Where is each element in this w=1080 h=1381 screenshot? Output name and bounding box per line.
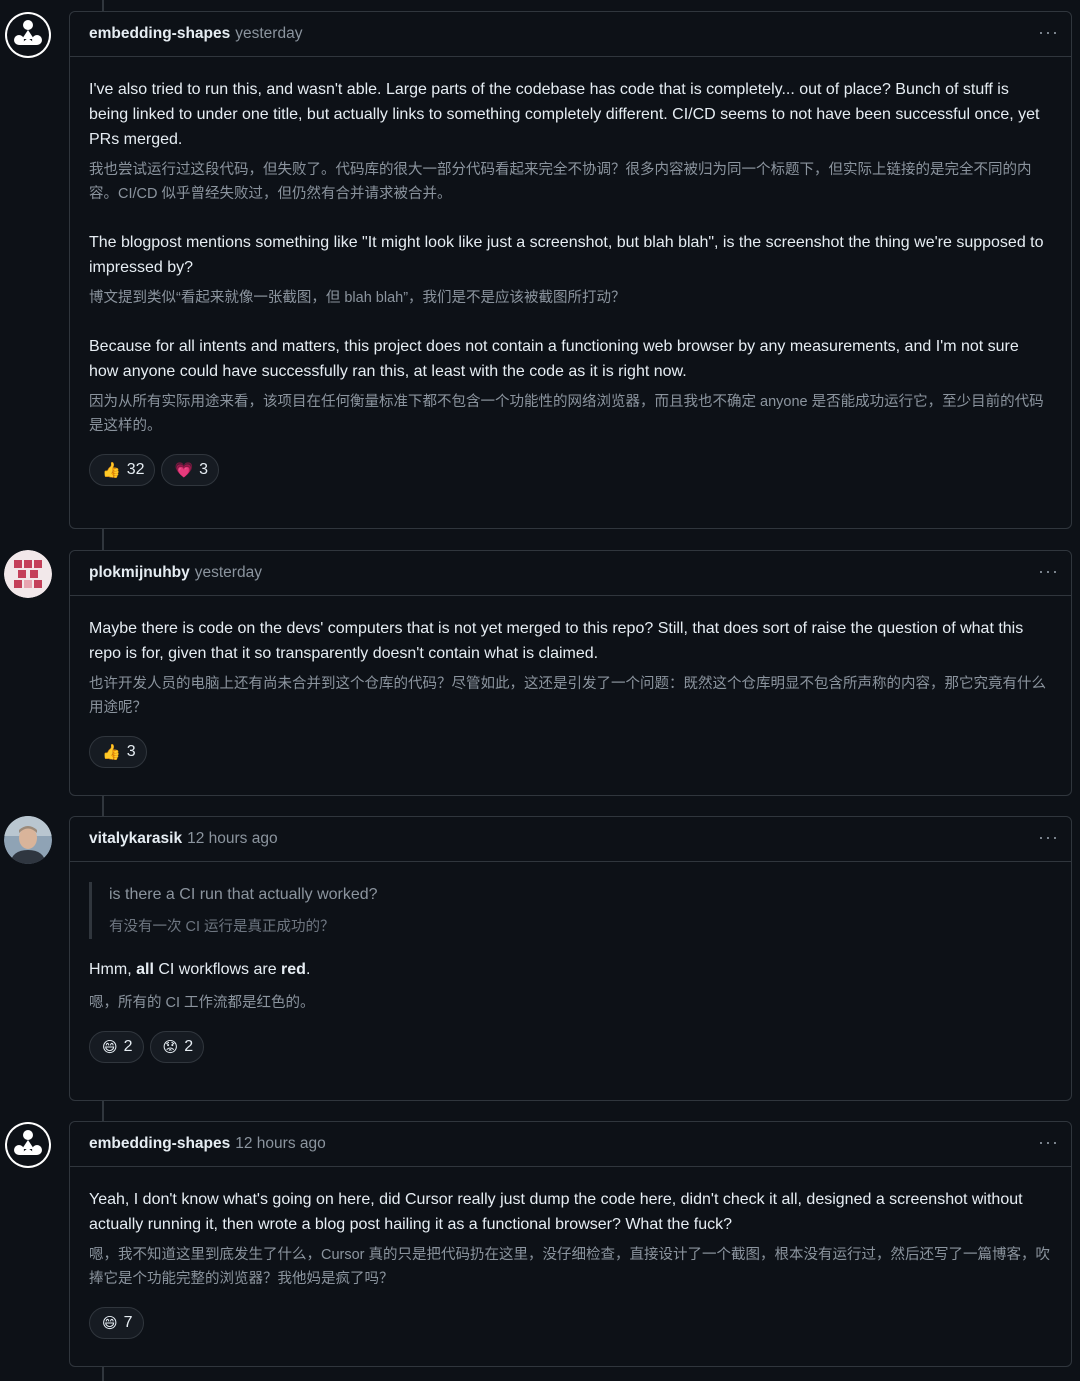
reaction-count: 3: [199, 461, 209, 478]
timeline-line: [102, 0, 104, 11]
more-options-icon[interactable]: ···: [1038, 23, 1059, 41]
thumbs-up-icon: 👍: [102, 744, 121, 761]
reaction-thumbs-up[interactable]: 👍 32: [89, 454, 156, 486]
reactions: 😄 2 😟 2: [89, 1031, 1052, 1063]
comment-header: embedding-shapes 12 hours ago ···: [70, 1122, 1071, 1167]
reaction-confused[interactable]: 😟 2: [149, 1031, 205, 1063]
quote-zh: 有没有一次 CI 运行是真正成功的？: [109, 919, 335, 935]
comment-body: Yeah, I don't know what's going on here,…: [70, 1167, 1071, 1353]
comment-header: plokmijnuhby yesterday ···: [70, 551, 1071, 596]
comment-box: plokmijnuhby yesterday ··· Maybe there i…: [69, 550, 1072, 796]
paragraph-zh: 嗯，我不知道这里到底发生了什么，Cursor 真的只是把代码扔在这里，没仔细检查…: [89, 1247, 1051, 1287]
paragraph-zh: 因为从所有实际用途来看，该项目在任何衡量标准下都不包含一个功能性的网络浏览器，而…: [89, 394, 1044, 434]
comment-body: is there a CI run that actually worked? …: [70, 862, 1071, 1077]
paragraph: The blogpost mentions something like "It…: [89, 230, 1052, 310]
paragraph: Yeah, I don't know what's going on here,…: [89, 1187, 1052, 1291]
blockquote: is there a CI run that actually worked? …: [89, 882, 1052, 939]
timestamp[interactable]: 12 hours ago: [235, 1135, 326, 1153]
timeline-line: [102, 1366, 104, 1381]
paragraph-zh: 也许开发人员的电脑上还有尚未合并到这个仓库的代码？尽管如此，这还是引发了一个问题…: [89, 676, 1046, 716]
paragraph-en: I've also tried to run this, and wasn't …: [89, 81, 1040, 148]
reaction-count: 2: [184, 1038, 194, 1055]
comment-box: embedding-shapes 12 hours ago ··· Yeah, …: [69, 1121, 1072, 1367]
timestamp[interactable]: 12 hours ago: [187, 830, 278, 848]
paragraph: I've also tried to run this, and wasn't …: [89, 77, 1052, 206]
reactions: 😄 7: [89, 1307, 1052, 1339]
heart-icon: 💗: [174, 462, 194, 479]
more-options-icon[interactable]: ···: [1038, 828, 1059, 846]
reaction-heart[interactable]: 💗 3: [161, 454, 220, 486]
reactions: 👍 3: [89, 736, 1052, 768]
paragraph: Hmm, all CI workflows are red. 嗯，所有的 CI …: [89, 957, 1052, 1015]
author-link[interactable]: embedding-shapes: [89, 25, 230, 43]
avatar[interactable]: [4, 1121, 52, 1169]
avatar[interactable]: [4, 816, 52, 864]
reaction-count: 32: [126, 461, 145, 478]
more-options-icon[interactable]: ···: [1038, 1133, 1059, 1151]
paragraph-zh: 嗯，所有的 CI 工作流都是红色的。: [89, 995, 315, 1011]
quote-en: is there a CI run that actually worked?: [109, 886, 378, 903]
laugh-icon: 😄: [102, 1315, 118, 1332]
reaction-laugh[interactable]: 😄 2: [89, 1031, 144, 1063]
avatar[interactable]: [4, 550, 52, 598]
timestamp[interactable]: yesterday: [235, 25, 302, 43]
more-options-icon[interactable]: ···: [1038, 562, 1059, 580]
confused-icon: 😟: [162, 1039, 179, 1056]
paragraph-zh: 博文提到类似“看起来就像一张截图，但 blah blah”，我们是不是应该被截图…: [89, 290, 626, 306]
comment-body: I've also tried to run this, and wasn't …: [70, 57, 1071, 500]
reactions: 👍 32 💗 3: [89, 454, 1052, 486]
avatar[interactable]: [4, 11, 52, 59]
timeline-line: [102, 1100, 104, 1121]
reaction-laugh[interactable]: 😄 7: [89, 1307, 144, 1339]
paragraph-en: Yeah, I don't know what's going on here,…: [89, 1191, 1023, 1233]
thumbs-up-icon: 👍: [102, 462, 121, 479]
author-link[interactable]: vitalykarasik: [89, 830, 182, 848]
reaction-count: 2: [123, 1038, 133, 1055]
reaction-count: 7: [123, 1314, 133, 1331]
paragraph-en: The blogpost mentions something like "It…: [89, 234, 1044, 276]
comment-box: vitalykarasik 12 hours ago ··· is there …: [69, 816, 1072, 1101]
reaction-thumbs-up[interactable]: 👍 3: [89, 736, 147, 768]
paragraph-zh: 我也尝试运行过这段代码，但失败了。代码库的很大一部分代码看起来完全不协调？很多内…: [89, 162, 1032, 202]
author-link[interactable]: embedding-shapes: [89, 1135, 230, 1153]
author-link[interactable]: plokmijnuhby: [89, 564, 190, 582]
paragraph: Because for all intents and matters, thi…: [89, 334, 1052, 438]
timeline-line: [102, 528, 104, 550]
comment-box: embedding-shapes yesterday ··· I've also…: [69, 11, 1072, 529]
comment-header: vitalykarasik 12 hours ago ···: [70, 817, 1071, 862]
paragraph: Maybe there is code on the devs' compute…: [89, 616, 1052, 720]
timeline-line: [102, 795, 104, 816]
comment-body: Maybe there is code on the devs' compute…: [70, 596, 1071, 782]
comment-header: embedding-shapes yesterday ···: [70, 12, 1071, 57]
paragraph-en: Because for all intents and matters, thi…: [89, 338, 1019, 380]
paragraph-en: Hmm, all CI workflows are red.: [89, 961, 311, 978]
paragraph-en: Maybe there is code on the devs' compute…: [89, 620, 1024, 662]
timestamp[interactable]: yesterday: [195, 564, 262, 582]
laugh-icon: 😄: [102, 1039, 118, 1056]
reaction-count: 3: [126, 743, 136, 760]
